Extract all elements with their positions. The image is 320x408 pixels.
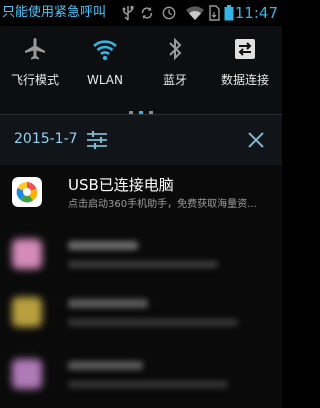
app-360-icon	[12, 177, 42, 207]
app-icon-blurred	[12, 297, 42, 327]
toggle-wlan-label: WLAN	[86, 73, 123, 87]
blurred-title	[68, 241, 138, 250]
blurred-body	[68, 319, 238, 326]
clock-icon	[162, 6, 176, 20]
notification-list: USB已连接电脑 点击启动360手机助手，免费获取海量资...	[0, 165, 282, 408]
toggle-bluetooth-label: 蓝牙	[162, 73, 187, 87]
date-text: 2015-1-7	[14, 131, 78, 147]
data-transfer-icon	[235, 39, 255, 59]
blurred-body	[68, 261, 218, 268]
status-bar: 只能使用紧急呼叫 11:47	[0, 0, 282, 26]
toggle-airplane-label: 飞行模式	[10, 73, 59, 87]
toggle-data-connection[interactable]: 数据连接	[210, 32, 280, 92]
carrier-status-text: 只能使用紧急呼叫	[2, 5, 107, 20]
wifi-icon	[93, 40, 117, 61]
app-icon-blurred	[12, 239, 42, 269]
blurred-body	[68, 381, 228, 388]
quick-settings-panel: 飞行模式 WLAN 蓝牙 数据连接	[0, 26, 282, 115]
notification-header: 2015-1-7	[0, 114, 282, 166]
notification-blurred[interactable]	[0, 225, 282, 287]
app-icon-blurred	[12, 359, 42, 389]
sim-icon	[209, 5, 220, 21]
usb-icon	[122, 6, 134, 21]
toggle-airplane-mode[interactable]: 飞行模式	[0, 32, 70, 92]
toggle-bluetooth[interactable]: 蓝牙	[140, 32, 210, 92]
bluetooth-icon	[169, 37, 182, 61]
notification-usb[interactable]: USB已连接电脑 点击启动360手机助手，免费获取海量资...	[0, 165, 282, 227]
notification-title: USB已连接电脑	[68, 176, 174, 194]
blurred-title	[68, 361, 143, 370]
toggle-data-label: 数据连接	[220, 73, 269, 87]
airplane-icon	[25, 38, 45, 60]
sliders-icon[interactable]	[84, 127, 110, 153]
toggle-wlan[interactable]: WLAN	[70, 32, 140, 92]
blurred-title	[68, 299, 148, 308]
battery-icon	[224, 5, 234, 21]
close-icon[interactable]	[244, 128, 268, 152]
status-time: 11:47	[234, 4, 278, 22]
notification-blurred[interactable]	[0, 285, 282, 347]
notification-blurred[interactable]	[0, 345, 282, 407]
page-indicator	[0, 100, 282, 115]
notification-body: 点击启动360手机助手，免费获取海量资...	[68, 199, 257, 210]
sync-icon	[141, 6, 153, 20]
wifi-icon	[186, 6, 204, 20]
